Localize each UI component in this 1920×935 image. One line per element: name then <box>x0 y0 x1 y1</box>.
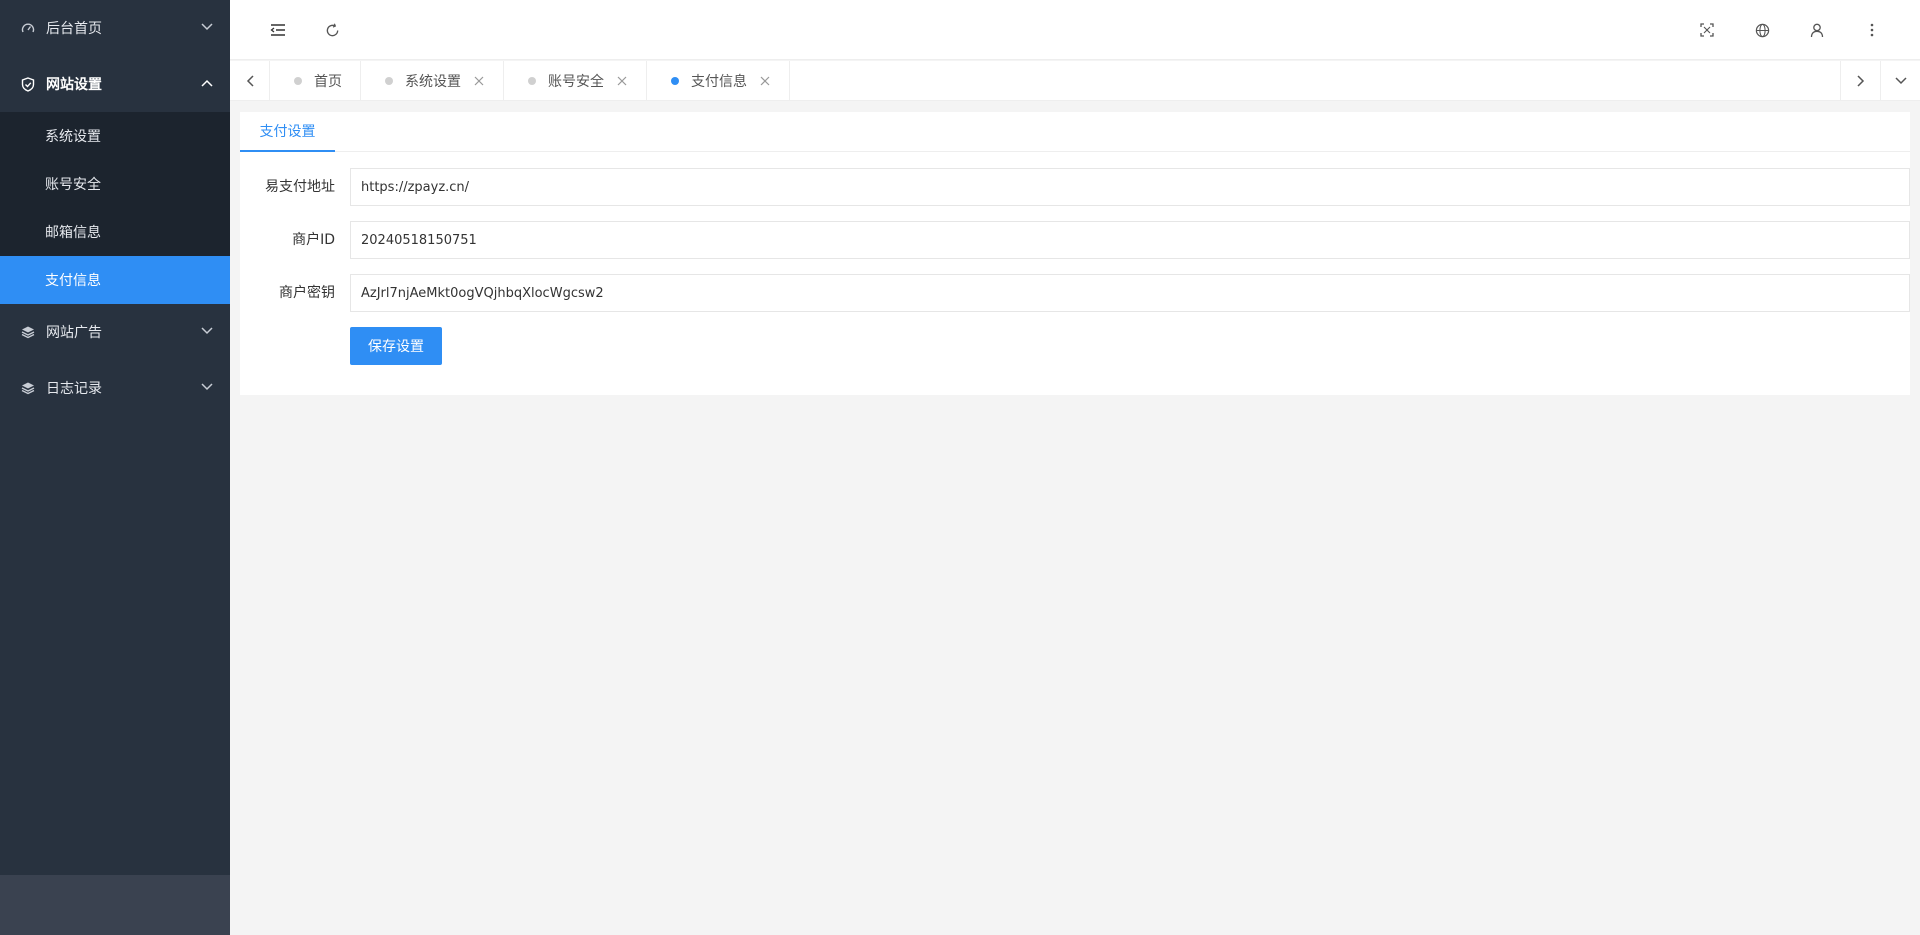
tab-status-dot <box>385 77 393 85</box>
tab-status-dot <box>671 77 679 85</box>
merchant-key-label: 商户密钥 <box>279 285 335 301</box>
chevron-down-icon <box>200 324 214 338</box>
card-tab-bar: 支付设置 <box>240 112 1910 152</box>
more-vertical-icon[interactable] <box>1860 18 1884 42</box>
form-row-merchant-key: 商户密钥 <box>240 274 1910 312</box>
sidebar-submenu-site-settings: 系统设置 账号安全 邮箱信息 支付信息 <box>0 112 230 304</box>
tabs-menu-chevron-down-icon[interactable] <box>1880 61 1920 101</box>
sidebar: 后台首页 网站设置 系统设置 账号安全 邮箱信息 支付信息 网站广告 日志记录 <box>0 0 230 935</box>
close-icon[interactable] <box>473 75 485 87</box>
merchant-id-input[interactable] <box>350 221 1910 259</box>
sidebar-item-payment-info[interactable]: 支付信息 <box>0 256 230 304</box>
dashboard-icon <box>20 20 36 36</box>
sidebar-item-site-settings[interactable]: 网站设置 <box>0 56 230 112</box>
tab-home[interactable]: 首页 <box>270 61 361 101</box>
tab-account-security[interactable]: 账号安全 <box>504 61 647 101</box>
tab-system-settings[interactable]: 系统设置 <box>361 61 504 101</box>
form-row-merchant-id: 商户ID <box>240 221 1910 259</box>
sidebar-item-home[interactable]: 后台首页 <box>0 0 230 56</box>
layers-icon <box>20 380 36 396</box>
top-header <box>230 0 1920 60</box>
merchant-key-input[interactable] <box>350 274 1910 312</box>
payment-settings-card: 支付设置 易支付地址 商户ID 商户密钥 保存设置 <box>240 112 1910 395</box>
tabs-scroll-right-icon[interactable] <box>1840 61 1880 101</box>
tab-status-dot <box>528 77 536 85</box>
sidebar-item-account-security[interactable]: 账号安全 <box>0 160 230 208</box>
tab-label: 支付信息 <box>691 74 747 90</box>
chevron-down-icon <box>200 20 214 34</box>
form-row-pay-url: 易支付地址 <box>240 168 1910 206</box>
tab-payment-info[interactable]: 支付信息 <box>647 61 790 101</box>
globe-icon[interactable] <box>1750 18 1774 42</box>
sidebar-item-logs[interactable]: 日志记录 <box>0 360 230 416</box>
user-icon[interactable] <box>1805 18 1829 42</box>
refresh-icon[interactable] <box>320 18 344 42</box>
menu-toggle-icon[interactable] <box>266 18 290 42</box>
tab-label: 账号安全 <box>548 74 604 90</box>
merchant-id-label: 商户ID <box>292 232 335 248</box>
pay-url-input[interactable] <box>350 168 1910 206</box>
tab-status-dot <box>294 77 302 85</box>
sidebar-footer <box>0 875 230 935</box>
shield-icon <box>20 76 36 92</box>
chevron-up-icon <box>200 76 214 90</box>
close-icon[interactable] <box>759 75 771 87</box>
tab-label: 系统设置 <box>405 74 461 90</box>
close-icon[interactable] <box>616 75 628 87</box>
tab-payment-settings[interactable]: 支付设置 <box>240 112 335 152</box>
page-tabs-bar: 首页 系统设置 账号安全 支付信息 <box>230 61 1920 101</box>
tab-label: 首页 <box>314 74 342 90</box>
fullscreen-icon[interactable] <box>1695 18 1719 42</box>
chevron-down-icon <box>200 380 214 394</box>
pay-url-label: 易支付地址 <box>265 179 335 195</box>
tabs-scroll-left-icon[interactable] <box>230 61 270 101</box>
sidebar-item-system-settings[interactable]: 系统设置 <box>0 112 230 160</box>
sidebar-item-site-ads[interactable]: 网站广告 <box>0 304 230 360</box>
layers-icon <box>20 324 36 340</box>
save-settings-button[interactable]: 保存设置 <box>350 327 442 365</box>
sidebar-item-email-info[interactable]: 邮箱信息 <box>0 208 230 256</box>
